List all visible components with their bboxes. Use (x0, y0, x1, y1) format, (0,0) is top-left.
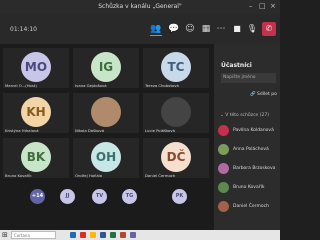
meeting-timer: 01:14:10 (10, 26, 37, 33)
participant-row[interactable]: Barbora Brzoskova (218, 162, 278, 176)
participant-tile[interactable]: MO Marcel O...(Host) (3, 48, 69, 88)
teams-app-icon[interactable] (130, 232, 136, 238)
participant-name: Pavlína Koldanová (233, 128, 274, 133)
windows-taskbar: ⊞ Cortana (0, 230, 280, 240)
chat-icon[interactable]: 💬 (168, 23, 180, 35)
participant-name: Bruno Kovařík (233, 185, 265, 190)
participant-name: Barbora Brzoskova (233, 166, 276, 171)
participant-tile[interactable]: IG Ivana Gejdošová (73, 48, 139, 88)
participant-row[interactable]: Pavlína Koldanová (218, 124, 278, 138)
minimize-icon[interactable]: – (249, 2, 253, 10)
participant-name: Anna Poláchová (233, 147, 269, 152)
avatar (91, 97, 121, 127)
avatar: MO (21, 52, 51, 82)
participant-tile[interactable]: OH Ondřej Hoňálo (73, 138, 139, 178)
tile-name: Bruno Kovařík (5, 173, 32, 178)
more-options-icon[interactable]: ⋯ (215, 23, 227, 35)
invite-input[interactable]: Napište jméno (221, 73, 276, 83)
participant-avatar (218, 125, 229, 136)
share-label: Sdílet po (257, 92, 277, 97)
rooms-icon[interactable]: ▦ (200, 23, 212, 35)
app-icon[interactable] (100, 232, 106, 238)
panel-title: Účastníci (221, 62, 252, 69)
participants-icon[interactable]: 👥 (150, 23, 162, 36)
participant-row[interactable]: Bruno Kovařík (218, 181, 278, 195)
participant-name: Daniel Čermoch (233, 204, 269, 209)
maximize-icon[interactable]: □ (259, 2, 266, 10)
participant-avatar (218, 201, 229, 212)
camera-button[interactable]: ■ (230, 22, 244, 36)
avatar (161, 97, 191, 127)
tile-name: Marcel O...(Host) (5, 83, 37, 88)
app-icon[interactable] (80, 232, 86, 238)
tile-name: Tereza Chobotová (145, 83, 179, 88)
tile-name: Lucie Polášková (145, 128, 175, 133)
tile-name: Kristýna Hrkalová (5, 128, 39, 133)
share-link[interactable]: 🔗 Sdílet po (250, 92, 277, 97)
participant-avatar (218, 182, 229, 193)
app-icon[interactable] (70, 232, 76, 238)
participant-row[interactable]: Daniel Čermoch (218, 200, 278, 214)
avatar: TC (161, 52, 191, 82)
meeting-toolbar: 01:14:10 👥 💬 ☺ ▦ ⋯ ■ 🎙 ✆ (0, 14, 280, 44)
participant-tile[interactable]: BK Bruno Kovařík (3, 138, 69, 178)
tile-name: Daniel Čermoch (145, 173, 176, 178)
participant-tile[interactable]: Lucie Polášková (143, 93, 209, 133)
avatar: BK (21, 142, 51, 172)
section-label: V této schůzce (27) (225, 113, 269, 118)
tile-name: Ondřej Hoňálo (75, 173, 103, 178)
app-icon[interactable] (90, 232, 96, 238)
overflow-avatar[interactable]: JJ (60, 189, 75, 204)
participant-row[interactable]: Anna Poláchová (218, 143, 278, 157)
app-icon[interactable] (120, 232, 126, 238)
participant-avatar (218, 144, 229, 155)
avatar: IG (91, 52, 121, 82)
start-icon[interactable]: ⊞ (2, 231, 8, 239)
taskbar-search[interactable]: Cortana (11, 231, 56, 239)
overflow-avatar[interactable]: TG (122, 189, 137, 204)
tile-name: Nikola Dašková (75, 128, 105, 133)
mic-button[interactable]: 🎙 (245, 22, 259, 36)
app-icon[interactable] (110, 232, 116, 238)
participant-tile[interactable]: DČ Daniel Čermoch (143, 138, 209, 178)
reactions-icon[interactable]: ☺ (184, 23, 196, 35)
avatar: KH (21, 97, 51, 127)
participant-tile[interactable]: Nikola Dašková (73, 93, 139, 133)
participant-tile[interactable]: KH Kristýna Hrkalová (3, 93, 69, 133)
participant-tile[interactable]: TC Tereza Chobotová (143, 48, 209, 88)
window-title: Schůzka v kanálu „General" (98, 3, 182, 10)
participant-avatar (218, 163, 229, 174)
overflow-avatar[interactable]: TV (92, 189, 107, 204)
avatar: DČ (161, 142, 191, 172)
avatar: OH (91, 142, 121, 172)
section-header[interactable]: ⌄ V této schůzce (27) (220, 113, 269, 118)
leave-button[interactable]: ✆ (262, 22, 276, 36)
title-bar: Schůzka v kanálu „General" – □ × (0, 0, 280, 14)
overflow-avatar[interactable]: +14 (30, 189, 45, 204)
overflow-avatar[interactable]: PK (172, 189, 187, 204)
tile-name: Ivana Gejdošová (75, 83, 107, 88)
close-icon[interactable]: × (270, 2, 276, 10)
